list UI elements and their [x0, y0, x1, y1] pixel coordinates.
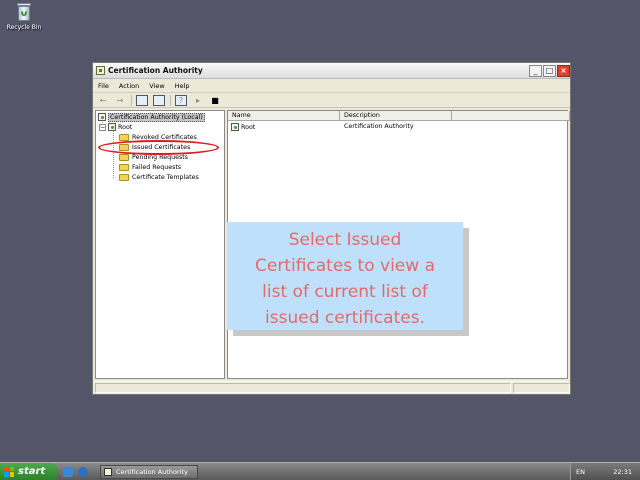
certificate-authority-icon [98, 113, 106, 121]
toolbar: ← → ? ▸ ■ [93, 93, 570, 108]
column-header-name[interactable]: Name [228, 111, 340, 121]
menu-help[interactable]: Help [175, 82, 190, 90]
tree-node-root[interactable]: − Root [99, 122, 132, 132]
recycle-bin-label: Recycle Bin [6, 24, 42, 31]
stop-service-icon[interactable]: ■ [209, 95, 221, 106]
windows-logo-icon [4, 466, 14, 477]
folder-icon [119, 163, 129, 171]
back-arrow-icon[interactable]: ← [97, 95, 109, 106]
window-title: Certification Authority [108, 66, 203, 75]
tree-node-label: Failed Requests [132, 163, 182, 171]
menu-bar: File Action View Help [93, 79, 570, 93]
tree-node-label: Root [118, 123, 133, 131]
menu-file[interactable]: File [98, 82, 109, 90]
certificate-app-icon [96, 66, 105, 75]
forward-arrow-icon[interactable]: → [114, 95, 126, 106]
callout-line: Select Issued [288, 230, 402, 250]
taskbar-item-label: Certification Authority [116, 467, 188, 476]
tree-node-label: Certificate Templates [132, 173, 199, 181]
menu-view[interactable]: View [149, 82, 164, 90]
taskbar-item-certification-authority[interactable]: Certification Authority [100, 464, 198, 479]
certificate-authority-icon [231, 123, 239, 131]
start-label: start [18, 466, 46, 477]
column-header-empty[interactable] [452, 111, 570, 121]
toolbar-separator [131, 94, 132, 106]
title-bar[interactable]: Certification Authority _ □ × [93, 63, 570, 79]
column-header-description[interactable]: Description [340, 111, 452, 121]
show-hide-console-tree-icon[interactable] [136, 94, 148, 106]
quick-launch-browser-icon[interactable] [78, 466, 88, 477]
tree-node-label: Certification Authority (Local) [108, 112, 205, 122]
certificate-app-icon [104, 467, 112, 476]
highlight-oval [98, 140, 219, 155]
help-icon[interactable]: ? [175, 94, 187, 106]
callout-line: list of current list of [262, 282, 428, 302]
status-cell [513, 383, 570, 393]
language-indicator[interactable]: EN [576, 468, 585, 476]
folder-icon [119, 133, 129, 141]
list-item[interactable]: Root [231, 123, 255, 131]
callout-line: issued certificates. [265, 308, 425, 328]
close-button[interactable]: × [557, 64, 570, 77]
properties-icon[interactable] [153, 94, 165, 106]
callout-line: Certificates to view a [254, 256, 435, 276]
instruction-callout: Select Issued Certificates to view a lis… [227, 222, 463, 330]
status-bar [95, 381, 570, 393]
folder-icon [119, 173, 129, 181]
start-button[interactable]: start [0, 462, 58, 480]
list-item-description: Certification Authority [344, 123, 414, 130]
system-tray: EN 22:31 [570, 463, 640, 480]
quick-launch-desktop-icon[interactable] [63, 466, 73, 477]
tree-node-failed-requests[interactable]: Failed Requests [119, 162, 181, 172]
recycle-bin-shortcut[interactable]: Recycle Bin [4, 2, 44, 31]
status-cell [95, 383, 511, 393]
tree-node-certificate-templates[interactable]: Certificate Templates [119, 172, 199, 182]
taskbar: start Certification Authority EN 22:31 [0, 462, 640, 480]
folder-icon [119, 153, 129, 161]
tree-node-ca-local[interactable]: Certification Authority (Local) [98, 112, 205, 122]
toolbar-separator [170, 94, 171, 106]
certificate-authority-icon [108, 123, 116, 131]
minimize-button[interactable]: _ [529, 64, 542, 77]
start-service-icon[interactable]: ▸ [192, 95, 204, 106]
clock[interactable]: 22:31 [613, 468, 632, 476]
tree-line [113, 128, 114, 178]
list-item-name: Root [241, 123, 256, 131]
menu-action[interactable]: Action [119, 82, 139, 90]
maximize-button[interactable]: □ [543, 64, 556, 77]
collapse-icon[interactable]: − [99, 123, 106, 131]
recycle-bin-icon [15, 2, 33, 22]
